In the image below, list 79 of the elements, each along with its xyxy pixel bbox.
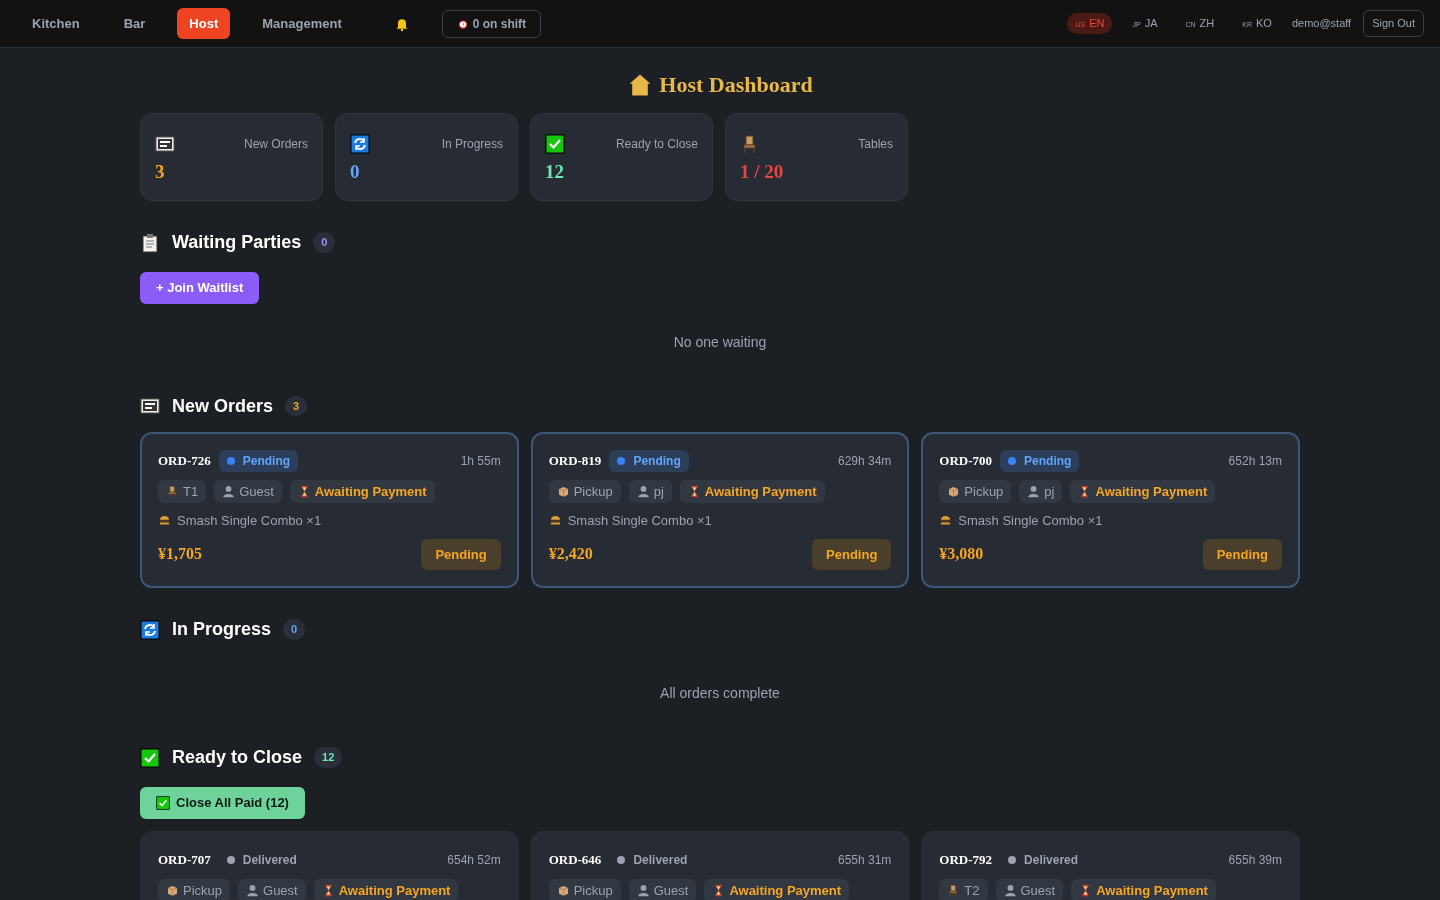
order-tag: Awaiting Payment: [289, 479, 435, 503]
order-id: ORD-707: [158, 850, 211, 869]
order-tag: Guest: [628, 878, 697, 900]
elapsed-time: 652h 13m: [1228, 452, 1282, 470]
section-title: Waiting Parties: [172, 231, 302, 254]
status-button[interactable]: Pending: [1202, 538, 1282, 570]
nav-tab[interactable]: Management: [250, 7, 354, 40]
order-total: ¥2,420: [548, 544, 593, 565]
stat-label: In Progress: [441, 136, 503, 153]
section-title: In Progress: [172, 618, 272, 641]
stat-label: Ready to Close: [615, 136, 698, 153]
count-badge: 0: [283, 619, 306, 640]
order-tag: pj: [628, 479, 672, 503]
elapsed-time: 654h 52m: [447, 851, 501, 869]
status-pill: Delivered: [218, 848, 305, 871]
order-item: Smash Single Combo ×1: [567, 512, 712, 530]
order-tag: Awaiting Payment: [1070, 479, 1216, 503]
page-title: Host Dashboard: [659, 71, 813, 99]
section-title: Ready to Close: [172, 746, 303, 769]
user-label: demo@staff: [1291, 16, 1352, 32]
empty-message: All orders complete: [660, 684, 780, 703]
order-card[interactable]: ORD-819 Pending 629h 34m Pickup pj Awaiting Payment Smash Single Combo ×1 ¥2,420 Pending: [530, 431, 910, 588]
order-tag: Pickup: [939, 479, 1012, 503]
stat-value: 0: [350, 160, 361, 184]
order-tag: Awaiting Payment: [313, 878, 459, 900]
stat-value: 3: [155, 160, 166, 184]
order-card[interactable]: ORD-646 Delivered 655h 31m Pickup Guest Awaiting Payment: [530, 830, 910, 900]
status-pill: Pending: [218, 449, 299, 472]
status-button[interactable]: Pending: [812, 538, 892, 570]
order-tag: Pickup: [158, 878, 231, 900]
status-button[interactable]: Pending: [421, 538, 501, 570]
order-total: ¥1,705: [158, 544, 202, 565]
close-all-button[interactable]: Close All Paid (12): [140, 787, 305, 819]
stat-value: 12: [545, 160, 565, 184]
order-id: ORD-726: [158, 451, 211, 470]
status-pill: Delivered: [609, 848, 696, 871]
join-waitlist-button[interactable]: + Join Waitlist: [140, 272, 260, 304]
order-id: ORD-700: [939, 451, 993, 470]
empty-message: No one waiting: [673, 332, 767, 352]
order-tag: Guest: [995, 878, 1064, 900]
order-id: ORD-646: [548, 850, 602, 869]
count-badge: 3: [285, 395, 308, 417]
nav-tab[interactable]: Host: [177, 7, 231, 40]
elapsed-time: 629h 34m: [837, 452, 892, 470]
order-item: Smash Single Combo ×1: [177, 512, 322, 530]
order-tag: Awaiting Payment: [704, 878, 850, 900]
order-card[interactable]: ORD-700 Pending 652h 13m Pickup pj Awaiting Payment Smash Single Combo ×1 ¥3,080 Pending: [921, 431, 1300, 588]
order-tag: T1: [158, 479, 207, 503]
count-badge: 12: [314, 747, 343, 768]
count-badge: 0: [313, 232, 336, 253]
order-id: ORD-792: [939, 850, 993, 869]
elapsed-time: 655h 31m: [837, 851, 892, 869]
order-tag: pj: [1019, 479, 1063, 503]
order-card[interactable]: ORD-707 Delivered 654h 52m Pickup Guest Awaiting Payment: [140, 830, 519, 900]
order-item: Smash Single Combo ×1: [958, 512, 1103, 530]
shift-button[interactable]: 0 on shift: [441, 9, 542, 38]
section-title: New Orders: [172, 394, 274, 418]
order-tag: Guest: [238, 878, 306, 900]
order-tag: Pickup: [548, 878, 621, 900]
nav-tab[interactable]: Bar: [111, 7, 158, 40]
order-tag: Awaiting Payment: [1071, 878, 1216, 900]
order-tag: T2: [939, 878, 988, 900]
stat-value: 1 / 20: [740, 160, 785, 184]
order-card[interactable]: ORD-726 Pending 1h 55m T1 Guest Awaiting Payment Smash Single Combo ×1 ¥1,705 Pending: [140, 431, 519, 588]
elapsed-time: 655h 39m: [1228, 851, 1282, 869]
order-card[interactable]: ORD-792 Delivered 655h 39m T2 Guest Awaiting Payment: [921, 830, 1300, 900]
status-pill: Delivered: [1000, 848, 1087, 871]
stat-label: Tables: [858, 136, 893, 153]
status-pill: Pending: [1000, 449, 1080, 472]
order-tag: Pickup: [548, 479, 621, 503]
order-total: ¥3,080: [939, 544, 984, 565]
elapsed-time: 1h 55m: [460, 452, 501, 470]
status-pill: Pending: [609, 449, 689, 472]
order-id: ORD-819: [548, 451, 602, 470]
stat-label: New Orders: [244, 136, 308, 153]
sign-out-button[interactable]: Sign Out: [1363, 10, 1424, 37]
order-tag: Awaiting Payment: [679, 479, 825, 503]
nav-tab[interactable]: Kitchen: [20, 7, 92, 40]
order-tag: Guest: [214, 479, 282, 503]
